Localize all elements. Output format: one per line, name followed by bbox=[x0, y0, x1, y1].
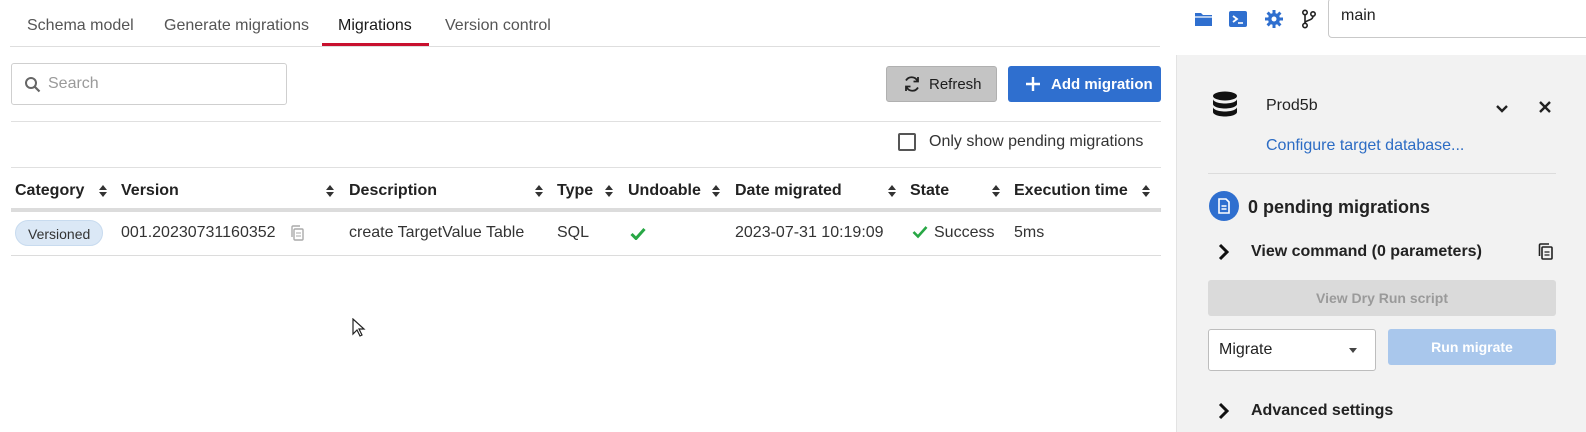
plus-icon bbox=[1026, 77, 1040, 91]
add-migration-label: Add migration bbox=[1051, 75, 1153, 93]
tab-schema-model[interactable]: Schema model bbox=[27, 17, 134, 35]
tab-generate-migrations[interactable]: Generate migrations bbox=[164, 17, 309, 35]
version-cell: 001.20230731160352 bbox=[121, 224, 276, 241]
search-icon bbox=[25, 77, 41, 93]
git-branch-icon[interactable] bbox=[1298, 8, 1320, 30]
search-box bbox=[11, 63, 287, 105]
refresh-label: Refresh bbox=[929, 75, 982, 93]
table-header-rule bbox=[11, 208, 1161, 212]
undoable-check-icon bbox=[630, 227, 646, 244]
advanced-settings-toggle[interactable]: Advanced settings bbox=[1251, 402, 1393, 420]
view-command-toggle[interactable]: View command (0 parameters) bbox=[1251, 243, 1482, 261]
sort-icon[interactable] bbox=[888, 185, 896, 197]
column-header-date-migrated[interactable]: Date migrated bbox=[735, 182, 842, 200]
tab-bar: Schema model Generate migrations Migrati… bbox=[10, 0, 1160, 47]
sort-icon[interactable] bbox=[326, 185, 334, 197]
sort-icon[interactable] bbox=[605, 185, 613, 197]
close-icon[interactable] bbox=[1538, 100, 1552, 118]
column-header-execution-time[interactable]: Execution time bbox=[1014, 182, 1128, 200]
sort-icon[interactable] bbox=[712, 185, 720, 197]
divider bbox=[11, 167, 1161, 168]
database-name: Prod5b bbox=[1266, 97, 1318, 114]
folder-icon[interactable] bbox=[1193, 8, 1215, 30]
tab-migrations[interactable]: Migrations bbox=[338, 17, 412, 35]
sort-icon[interactable] bbox=[535, 185, 543, 197]
row-divider bbox=[11, 255, 1161, 256]
sort-icon[interactable] bbox=[992, 185, 1000, 197]
add-migration-button[interactable]: Add migration bbox=[1008, 66, 1161, 102]
column-header-version[interactable]: Version bbox=[121, 182, 179, 200]
branch-select[interactable]: main bbox=[1328, 0, 1586, 38]
execution-time-cell: 5ms bbox=[1014, 224, 1045, 241]
mouse-pointer-icon bbox=[352, 317, 366, 342]
chevron-right-icon[interactable] bbox=[1218, 402, 1230, 424]
terminal-icon[interactable] bbox=[1227, 8, 1249, 30]
chevron-down-icon[interactable] bbox=[1495, 101, 1509, 118]
type-cell: SQL bbox=[557, 224, 590, 241]
description-cell: create TargetValue Table bbox=[349, 224, 525, 241]
active-tab-indicator bbox=[322, 43, 429, 46]
copy-command-icon[interactable] bbox=[1538, 243, 1553, 264]
pending-migrations-title: 0 pending migrations bbox=[1248, 197, 1431, 217]
state-cell: Success bbox=[934, 224, 995, 241]
search-input[interactable] bbox=[48, 72, 278, 96]
configure-target-database-link[interactable]: Configure target database... bbox=[1266, 137, 1464, 155]
column-header-type[interactable]: Type bbox=[557, 182, 593, 200]
view-dry-run-script-button[interactable]: View Dry Run script bbox=[1208, 280, 1556, 316]
success-check-icon bbox=[912, 225, 928, 243]
sort-icon[interactable] bbox=[99, 185, 107, 197]
refresh-icon bbox=[905, 76, 919, 92]
panel-divider bbox=[1208, 173, 1556, 174]
column-header-state[interactable]: State bbox=[910, 182, 949, 200]
document-icon bbox=[1209, 191, 1239, 221]
column-header-category[interactable]: Category bbox=[15, 182, 84, 200]
category-badge: Versioned bbox=[15, 220, 104, 246]
sort-icon[interactable] bbox=[1142, 185, 1150, 197]
gear-icon[interactable] bbox=[1263, 8, 1285, 30]
divider bbox=[11, 121, 1161, 122]
copy-version-icon[interactable] bbox=[290, 225, 304, 245]
column-header-undoable[interactable]: Undoable bbox=[628, 182, 701, 200]
tab-version-control[interactable]: Version control bbox=[445, 17, 551, 35]
refresh-button[interactable]: Refresh bbox=[886, 66, 997, 102]
chevron-down-icon bbox=[1349, 348, 1357, 353]
run-migrate-button[interactable]: Run migrate bbox=[1388, 329, 1556, 365]
only-pending-checkbox[interactable] bbox=[898, 133, 916, 151]
only-pending-label[interactable]: Only show pending migrations bbox=[929, 133, 1143, 151]
chevron-right-icon[interactable] bbox=[1218, 243, 1230, 265]
column-header-description[interactable]: Description bbox=[349, 182, 437, 200]
database-icon bbox=[1212, 91, 1238, 125]
date-migrated-cell: 2023-07-31 10:19:09 bbox=[735, 224, 884, 241]
